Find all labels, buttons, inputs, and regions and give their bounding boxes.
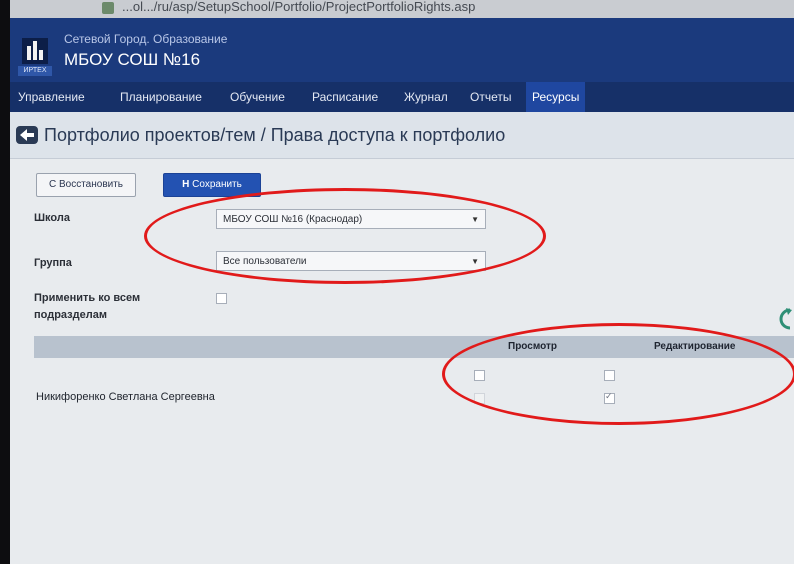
school-name: МБОУ СОШ №16 xyxy=(64,50,201,69)
restore-button[interactable]: С Восстановить xyxy=(36,173,136,197)
annotation-ellipse xyxy=(442,323,794,425)
nav-item-zhurnal[interactable]: Журнал xyxy=(398,82,454,112)
annotation-ellipse xyxy=(144,188,546,284)
nav-item-obuchenie[interactable]: Обучение xyxy=(224,82,291,112)
school-label: Школа xyxy=(34,212,70,224)
address-bar[interactable]: ...ol.../ru/asp/SetupSchool/Portfolio/Pr… xyxy=(10,0,794,18)
save-icon: H xyxy=(182,179,190,190)
nav-item-upravlenie[interactable]: Управление xyxy=(12,82,91,112)
save-label: Сохранить xyxy=(192,179,242,190)
back-arrow-icon[interactable] xyxy=(16,126,38,144)
nav-item-planirovanie[interactable]: Планирование xyxy=(114,82,208,112)
table-row-user-name: Никифоренко Светлана Сергеевна xyxy=(36,391,215,403)
app-header: ИРТЕХ Сетевой Город. Образование МБОУ СО… xyxy=(10,18,794,82)
nav-item-otchety[interactable]: Отчеты xyxy=(464,82,517,112)
page-title: Портфолио проектов/тем / Права доступа к… xyxy=(44,125,506,145)
apply-all-label-line2: подразделам xyxy=(34,309,107,321)
nav-item-resursy[interactable]: Ресурсы xyxy=(526,82,586,112)
apply-all-checkbox[interactable] xyxy=(216,293,227,304)
url-text[interactable]: ...ol.../ru/asp/SetupSchool/Portfolio/Pr… xyxy=(122,0,475,16)
app-name: Сетевой Город. Образование xyxy=(64,32,228,46)
browser-screen: ...ol.../ru/asp/SetupSchool/Portfolio/Pr… xyxy=(10,0,794,564)
logo: ИРТЕХ xyxy=(18,38,52,78)
logo-caption: ИРТЕХ xyxy=(18,66,52,76)
nav-item-raspisanie[interactable]: Расписание xyxy=(306,82,384,112)
apply-all-label-line1: Применить ко всем xyxy=(34,292,141,304)
site-icon xyxy=(102,2,114,14)
page-title-bar: Портфолио проектов/тем / Права доступа к… xyxy=(10,112,794,159)
main-nav: Управление Планирование Обучение Расписа… xyxy=(10,82,794,112)
group-label: Группа xyxy=(34,257,72,269)
refresh-icon[interactable] xyxy=(776,306,794,332)
